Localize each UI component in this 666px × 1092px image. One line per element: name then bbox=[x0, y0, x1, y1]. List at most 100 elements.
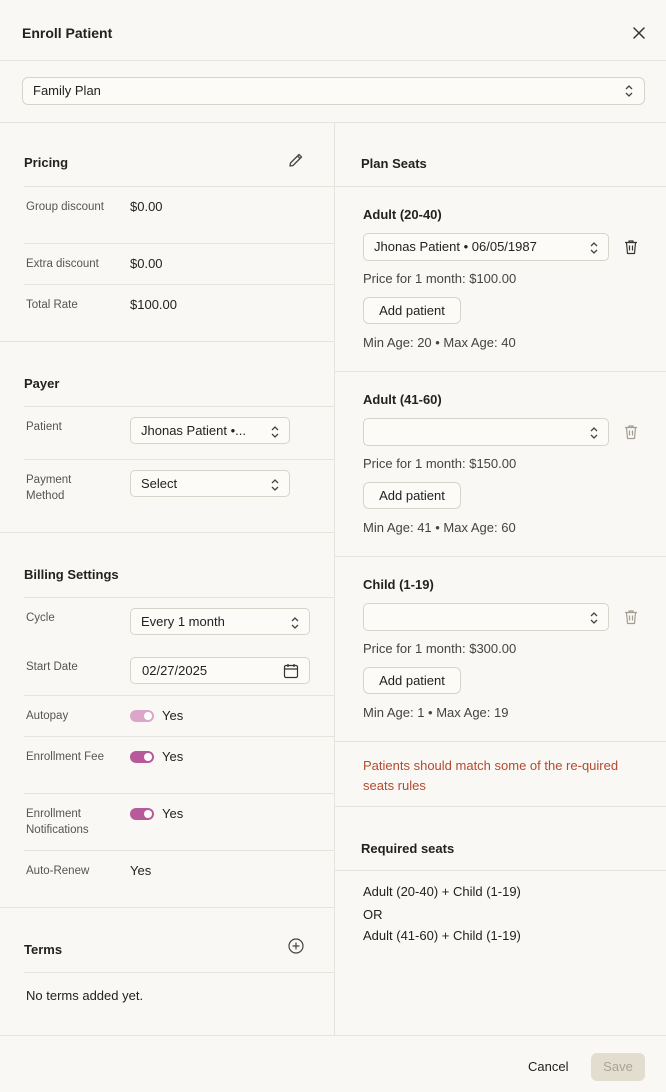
seat-price: Price for 1 month: $300.00 bbox=[363, 641, 517, 656]
divider bbox=[0, 532, 334, 533]
payment-method-value: Select bbox=[141, 476, 178, 491]
add-patient-button[interactable]: Add patient bbox=[363, 667, 461, 694]
plan-seats-title: Plan Seats bbox=[361, 156, 427, 171]
autorenew-label: Auto-Renew bbox=[26, 865, 90, 877]
column-divider bbox=[334, 122, 335, 1035]
required-seats-title: Required seats bbox=[361, 841, 455, 856]
seat-title: Adult (41-60) bbox=[363, 392, 442, 407]
group-discount-label: Group discount bbox=[26, 201, 104, 213]
seat-patient-select[interactable] bbox=[363, 418, 609, 446]
terms-empty-text: No terms added yet. bbox=[26, 988, 144, 1003]
seat-price: Price for 1 month: $100.00 bbox=[363, 271, 517, 286]
divider bbox=[335, 870, 666, 871]
chevron-updown-icon bbox=[291, 617, 299, 629]
notifications-toggle[interactable] bbox=[130, 808, 154, 820]
dialog-footer: Cancel Save bbox=[0, 1035, 666, 1092]
required-seats-separator: OR bbox=[363, 907, 383, 922]
edit-pricing-button[interactable] bbox=[287, 151, 305, 169]
required-seats-rule: Adult (41-60) + Child (1-19) bbox=[363, 928, 521, 943]
divider bbox=[24, 243, 334, 244]
trash-icon bbox=[625, 610, 637, 625]
plan-select[interactable]: Family Plan bbox=[22, 77, 645, 105]
divider bbox=[24, 850, 334, 851]
group-discount-value: $0.00 bbox=[130, 199, 163, 214]
seat-age-range: Min Age: 20 • Max Age: 40 bbox=[363, 335, 516, 350]
patient-select-value: Jhonas Patient •... bbox=[141, 423, 247, 438]
chevron-updown-icon bbox=[590, 612, 598, 624]
divider bbox=[335, 186, 666, 187]
autopay-label: Autopay bbox=[26, 710, 69, 722]
remove-seat-patient-button[interactable] bbox=[622, 423, 640, 441]
close-icon bbox=[633, 27, 645, 39]
payment-method-select[interactable]: Select bbox=[130, 470, 290, 497]
divider bbox=[335, 806, 666, 807]
seat-patient-select[interactable]: Jhonas Patient • 06/05/1987 bbox=[363, 233, 609, 261]
pricing-title: Pricing bbox=[24, 155, 69, 170]
divider bbox=[0, 122, 666, 123]
autorenew-value: Yes bbox=[130, 863, 152, 878]
notifications-label: Enrollment Notifications bbox=[26, 808, 89, 836]
patient-select[interactable]: Jhonas Patient •... bbox=[130, 417, 290, 444]
seat-age-range: Min Age: 41 • Max Age: 60 bbox=[363, 520, 516, 535]
divider bbox=[24, 695, 334, 696]
divider bbox=[335, 741, 666, 742]
total-rate-label: Total Rate bbox=[26, 299, 78, 311]
calendar-icon[interactable] bbox=[283, 663, 299, 679]
divider bbox=[24, 406, 334, 407]
cycle-select-value: Every 1 month bbox=[141, 614, 225, 629]
save-button[interactable]: Save bbox=[591, 1053, 645, 1081]
pencil-icon bbox=[289, 153, 303, 167]
start-date-label: Start Date bbox=[26, 661, 78, 673]
divider bbox=[24, 793, 334, 794]
seat-patient-select[interactable] bbox=[363, 603, 609, 631]
remove-seat-patient-button[interactable] bbox=[622, 608, 640, 626]
seat-patient-value: Jhonas Patient • 06/05/1987 bbox=[374, 239, 537, 254]
enrollment-fee-value: Yes bbox=[162, 749, 184, 764]
chevron-updown-icon bbox=[590, 427, 598, 439]
seat-price: Price for 1 month: $150.00 bbox=[363, 456, 517, 471]
dialog-header: Enroll Patient bbox=[0, 0, 666, 61]
divider bbox=[24, 186, 334, 187]
add-term-button[interactable] bbox=[287, 937, 305, 955]
add-patient-button[interactable]: Add patient bbox=[363, 482, 461, 509]
chevron-updown-icon bbox=[625, 85, 633, 97]
chevron-updown-icon bbox=[590, 242, 598, 254]
chevron-updown-icon bbox=[271, 479, 279, 491]
required-seats-rule: Adult (20-40) + Child (1-19) bbox=[363, 884, 521, 899]
payment-method-label: Payment Method bbox=[26, 474, 72, 502]
start-date-input[interactable]: 02/27/2025 bbox=[130, 657, 310, 684]
trash-icon bbox=[625, 425, 637, 440]
cancel-button[interactable]: Cancel bbox=[528, 1059, 568, 1074]
cycle-label: Cycle bbox=[26, 612, 55, 624]
divider bbox=[0, 341, 334, 342]
dialog-title: Enroll Patient bbox=[22, 25, 113, 41]
divider bbox=[0, 907, 334, 908]
divider bbox=[24, 284, 334, 285]
extra-discount-label: Extra discount bbox=[26, 258, 99, 270]
remove-seat-patient-button[interactable] bbox=[622, 238, 640, 256]
terms-title: Terms bbox=[24, 942, 63, 957]
divider bbox=[24, 972, 334, 973]
plus-circle-icon bbox=[288, 938, 304, 954]
enrollment-fee-label: Enrollment Fee bbox=[26, 751, 104, 763]
add-patient-button[interactable]: Add patient bbox=[363, 297, 461, 324]
extra-discount-value: $0.00 bbox=[130, 256, 163, 271]
seat-title: Adult (20-40) bbox=[363, 207, 442, 222]
cycle-select[interactable]: Every 1 month bbox=[130, 608, 310, 635]
notifications-value: Yes bbox=[162, 806, 184, 821]
enrollment-fee-toggle[interactable] bbox=[130, 751, 154, 763]
start-date-value: 02/27/2025 bbox=[142, 663, 208, 678]
trash-icon bbox=[625, 240, 637, 255]
autopay-toggle[interactable] bbox=[130, 710, 154, 722]
close-button[interactable] bbox=[628, 22, 650, 44]
divider bbox=[24, 597, 334, 598]
patient-label: Patient bbox=[26, 421, 62, 433]
divider bbox=[335, 371, 666, 372]
total-rate-value: $100.00 bbox=[130, 297, 177, 312]
plan-select-value: Family Plan bbox=[33, 83, 101, 98]
seat-title: Child (1-19) bbox=[363, 577, 434, 592]
autopay-value: Yes bbox=[162, 708, 184, 723]
divider bbox=[335, 556, 666, 557]
billing-title: Billing Settings bbox=[24, 567, 119, 582]
chevron-updown-icon bbox=[271, 426, 279, 438]
